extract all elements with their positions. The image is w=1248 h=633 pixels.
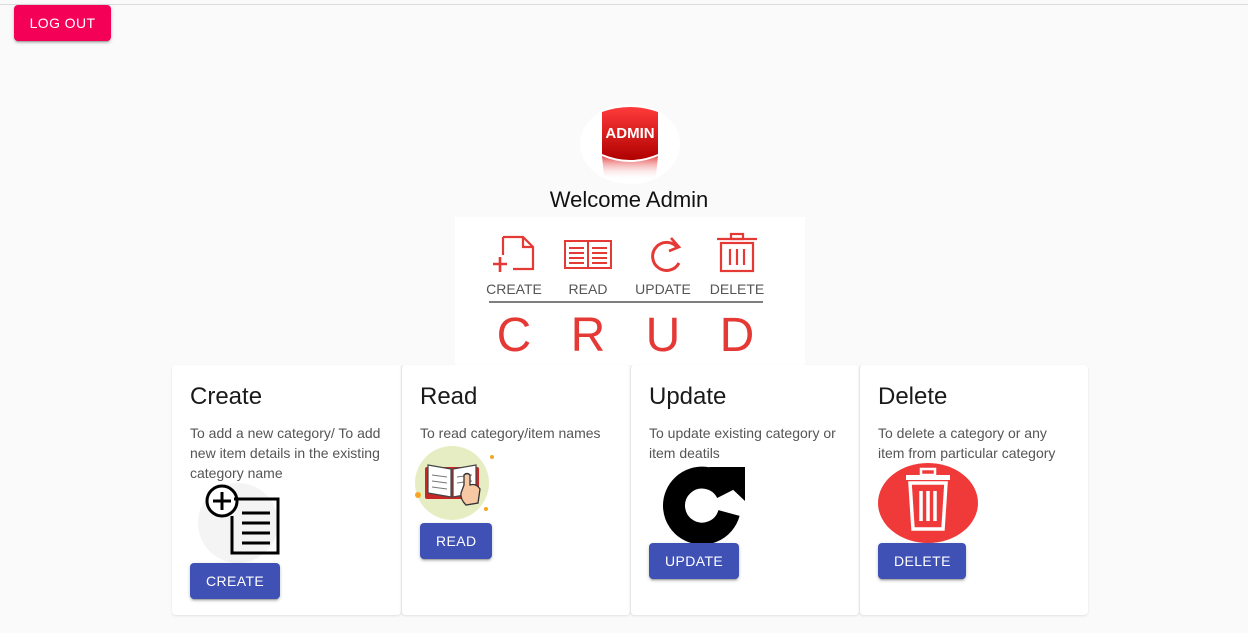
- read-banner-icon: [564, 240, 612, 269]
- banner-op-delete: DELETE: [710, 281, 764, 297]
- card-title: Read: [420, 383, 478, 410]
- crud-banner: CREATE READ UPDATE DELETE C R U D: [455, 217, 805, 365]
- read-button[interactable]: READ: [420, 523, 492, 559]
- update-button[interactable]: UPDATE: [649, 543, 739, 579]
- card-description: To delete a category or any item from pa…: [878, 425, 1056, 461]
- delete-button[interactable]: DELETE: [878, 543, 966, 579]
- admin-avatar: ADMIN: [580, 104, 680, 184]
- card-title: Delete: [878, 383, 948, 410]
- banner-op-create: CREATE: [486, 281, 542, 297]
- delete-banner-icon: [717, 232, 757, 273]
- banner-letter-d: D: [720, 309, 755, 362]
- banner-letter-u: U: [646, 309, 681, 362]
- card-description: To add a new category/ To add new item d…: [190, 425, 381, 481]
- card-description: To read category/item names: [420, 425, 601, 441]
- banner-letter-c: C: [497, 309, 532, 362]
- welcome-text: Welcome Admin: [549, 187, 709, 212]
- update-banner-icon: [651, 237, 682, 272]
- logout-button[interactable]: LOG OUT: [14, 5, 111, 41]
- trash-icon: [878, 463, 978, 548]
- top-divider: [0, 4, 1248, 5]
- card-description: To update existing category or item deat…: [649, 425, 836, 461]
- banner-op-read: READ: [569, 281, 608, 297]
- refresh-icon: [661, 463, 745, 550]
- update-card: Update To update existing category or it…: [630, 365, 859, 615]
- create-button[interactable]: CREATE: [190, 563, 280, 599]
- banner-op-update: UPDATE: [635, 281, 691, 297]
- add-list-icon: [190, 483, 286, 568]
- read-card: Read To read category/item names READ: [401, 365, 630, 615]
- create-card: Create To add a new category/ To add new…: [172, 365, 401, 615]
- create-banner-icon: [493, 235, 535, 272]
- delete-card: Delete To delete a category or any item …: [859, 365, 1088, 615]
- card-title: Update: [649, 383, 727, 410]
- crud-cards: Create To add a new category/ To add new…: [172, 365, 1088, 615]
- book-hand-icon: [414, 445, 498, 526]
- banner-letter-r: R: [571, 309, 606, 362]
- avatar-text: ADMIN: [605, 125, 654, 142]
- admin-badge-icon: ADMIN: [602, 107, 658, 180]
- card-title: Create: [190, 383, 263, 410]
